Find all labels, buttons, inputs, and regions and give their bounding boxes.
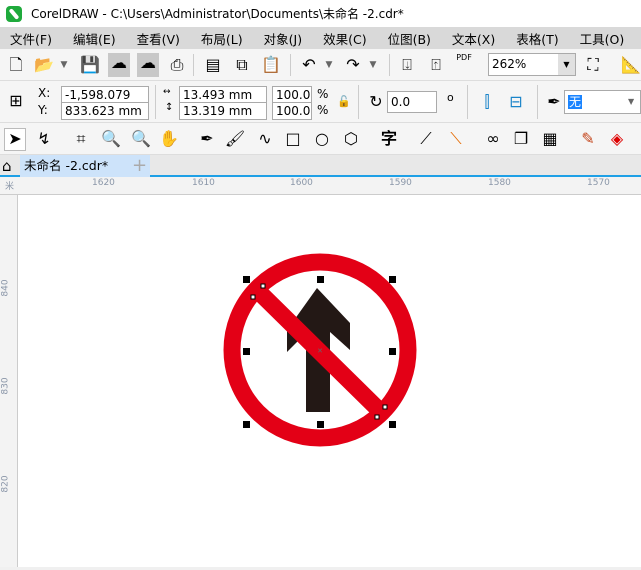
crop-tool-icon[interactable]: ⌗ <box>70 129 92 149</box>
y-position-input[interactable]: 833.623 mm <box>61 102 149 120</box>
connector-tool-icon[interactable]: ⟍ <box>445 129 467 149</box>
property-bar: ⊞ X: Y: -1,598.079 mm 833.623 mm ↔ ↕ 13.… <box>0 81 641 123</box>
export-cloud-icon[interactable]: ☁ <box>137 53 159 77</box>
width-icon: ↔ <box>163 87 171 97</box>
menu-file[interactable]: 文件(F) <box>10 29 52 48</box>
menu-table[interactable]: 表格(T) <box>516 29 558 48</box>
blend-tool-icon[interactable]: ∞ <box>482 129 504 149</box>
lock-ratio-icon[interactable]: 🔓 <box>337 95 351 108</box>
shape-tool-icon[interactable]: ↯ <box>33 129 55 149</box>
add-tab-button[interactable]: + <box>132 155 147 176</box>
pick-tool-icon[interactable]: ➤ <box>4 128 26 151</box>
standard-toolbar: 🗋 📂 ▼ 💾 ☁ ☁ ⎙ ▤ ⧉ 📋 ↶ ▼ ↷ ▼ ⍗ ⍐ PDF 262%… <box>0 49 641 81</box>
paste-icon[interactable]: 📋 <box>260 55 282 75</box>
zoom-level-select[interactable]: 262% ▼ <box>488 53 576 76</box>
horizontal-ruler[interactable]: 米 1620 1610 1600 1590 1580 1570 <box>0 177 641 195</box>
zoom-value: 262% <box>492 57 527 71</box>
menu-tools[interactable]: 工具(O) <box>580 29 625 48</box>
menu-layout[interactable]: 布局(L) <box>201 29 243 48</box>
export-icon[interactable]: ⍐ <box>425 55 447 75</box>
zoom-out-tool-icon[interactable]: 🔍 <box>130 129 152 149</box>
undo-icon[interactable]: ↶ <box>298 55 320 75</box>
menu-edit[interactable]: 编辑(E) <box>73 29 116 48</box>
menu-object[interactable]: 对象(J) <box>264 29 302 48</box>
freehand-tool-icon[interactable]: ∿ <box>254 129 276 149</box>
height-input[interactable]: 13.319 mm <box>179 102 267 120</box>
ruler-label: 1580 <box>488 178 511 188</box>
ruler-label: 830 <box>0 377 11 395</box>
redo-icon[interactable]: ↷ <box>342 55 364 75</box>
polygon-tool-icon[interactable]: ⬡ <box>340 129 362 149</box>
eyedropper-tool-icon[interactable]: ✎ <box>577 129 599 149</box>
ruler-label: 1610 <box>192 178 215 188</box>
menu-effects[interactable]: 效果(C) <box>323 29 366 48</box>
window-title: CorelDRAW - C:\Users\Administrator\Docum… <box>31 7 404 21</box>
rectangle-tool-icon[interactable]: □ <box>282 129 304 149</box>
tab-label: 未命名 -2.cdr* <box>24 158 109 173</box>
vertical-ruler[interactable]: 840 830 820 <box>0 195 18 567</box>
menu-bar: 文件(F) 编辑(E) 查看(V) 布局(L) 对象(J) 效果(C) 位图(B… <box>0 27 641 49</box>
print-icon[interactable]: ⎙ <box>166 55 188 75</box>
pen-tool-icon[interactable]: ✒ <box>196 129 218 149</box>
center-marker-icon: ✕ <box>317 347 323 355</box>
menu-bitmaps[interactable]: 位图(B) <box>388 29 431 48</box>
height-icon: ↕ <box>165 102 174 113</box>
dimension-tool-icon[interactable]: ⟋ <box>415 129 437 149</box>
text-tool-icon[interactable]: 字 <box>378 129 400 149</box>
chevron-down-icon[interactable]: ▼ <box>628 91 640 113</box>
ruler-label: 1590 <box>389 178 412 188</box>
degree-label: o <box>447 91 454 104</box>
title-bar: CorelDRAW - C:\Users\Administrator\Docum… <box>0 0 641 27</box>
coreldraw-logo-icon <box>6 5 22 22</box>
brush-tool-icon[interactable]: 🖌 <box>224 129 246 149</box>
cut-icon[interactable]: ▤ <box>202 55 224 75</box>
rotate-icon: ↻ <box>369 92 383 111</box>
copy-icon[interactable]: ⧉ <box>231 55 253 75</box>
reference-point-icon[interactable]: ⊞ <box>5 91 27 111</box>
ellipse-tool-icon[interactable]: ○ <box>311 129 333 149</box>
ruler-label: 1620 <box>92 178 115 188</box>
mirror-horizontal-icon[interactable]: ⫿ <box>476 92 498 112</box>
menu-text[interactable]: 文本(X) <box>452 29 495 48</box>
rotation-input[interactable]: 0.0 <box>387 91 437 113</box>
scale-height-input[interactable]: 100.0 <box>272 102 312 120</box>
ruler-label: 1570 <box>587 178 610 188</box>
outline-width-select[interactable]: 无 ▼ <box>564 90 641 114</box>
open-dropdown-icon[interactable]: ▼ <box>53 55 75 75</box>
x-label: X: <box>38 86 51 100</box>
document-tabs: ⌂ 未命名 -2.cdr* + <box>0 155 641 177</box>
fill-tool-icon[interactable]: ◈ <box>606 129 628 149</box>
ruler-unit: 米 <box>5 182 15 192</box>
outline-pen-icon: ✒ <box>547 92 561 111</box>
ruler-label: 840 <box>0 279 11 297</box>
new-document-icon[interactable]: 🗋 <box>5 55 27 75</box>
outline-value: 无 <box>568 95 583 109</box>
rulers-icon[interactable]: 📐 <box>620 55 641 75</box>
home-icon[interactable]: ⌂ <box>2 157 12 175</box>
drawing-canvas[interactable]: ✕ <box>18 195 641 567</box>
no-straight-sign[interactable]: ✕ <box>18 195 641 567</box>
chevron-down-icon[interactable]: ▼ <box>558 54 575 75</box>
mirror-vertical-icon[interactable]: ⊟ <box>505 92 527 112</box>
open-icon[interactable]: 📂 <box>33 55 55 75</box>
drop-shadow-tool-icon[interactable]: ❐ <box>510 129 532 149</box>
tab-document[interactable]: 未命名 -2.cdr* <box>20 155 150 177</box>
undo-dropdown-icon[interactable]: ▼ <box>318 55 340 75</box>
save-icon[interactable]: 💾 <box>79 55 101 75</box>
toolbox: ➤ ↯ ⌗ 🔍 🔍 ✋ ✒ 🖌 ∿ □ ○ ⬡ 字 ⟋ ⟍ ∞ ❐ ▦ ✎ ◈ <box>0 123 641 155</box>
transparency-tool-icon[interactable]: ▦ <box>539 129 561 149</box>
import-cloud-icon[interactable]: ☁ <box>108 53 130 77</box>
full-screen-icon[interactable]: ⛶ <box>582 55 604 75</box>
import-icon[interactable]: ⍗ <box>396 55 418 75</box>
pan-tool-icon[interactable]: ✋ <box>158 129 180 149</box>
y-label: Y: <box>38 103 48 117</box>
ruler-label: 820 <box>0 475 11 493</box>
zoom-tool-icon[interactable]: 🔍 <box>100 129 122 149</box>
redo-dropdown-icon[interactable]: ▼ <box>362 55 384 75</box>
menu-view[interactable]: 查看(V) <box>137 29 180 48</box>
ruler-label: 1600 <box>290 178 313 188</box>
percent-label: % <box>317 103 329 117</box>
percent-label: % <box>317 87 329 101</box>
publish-pdf-icon[interactable]: PDF <box>453 53 475 63</box>
